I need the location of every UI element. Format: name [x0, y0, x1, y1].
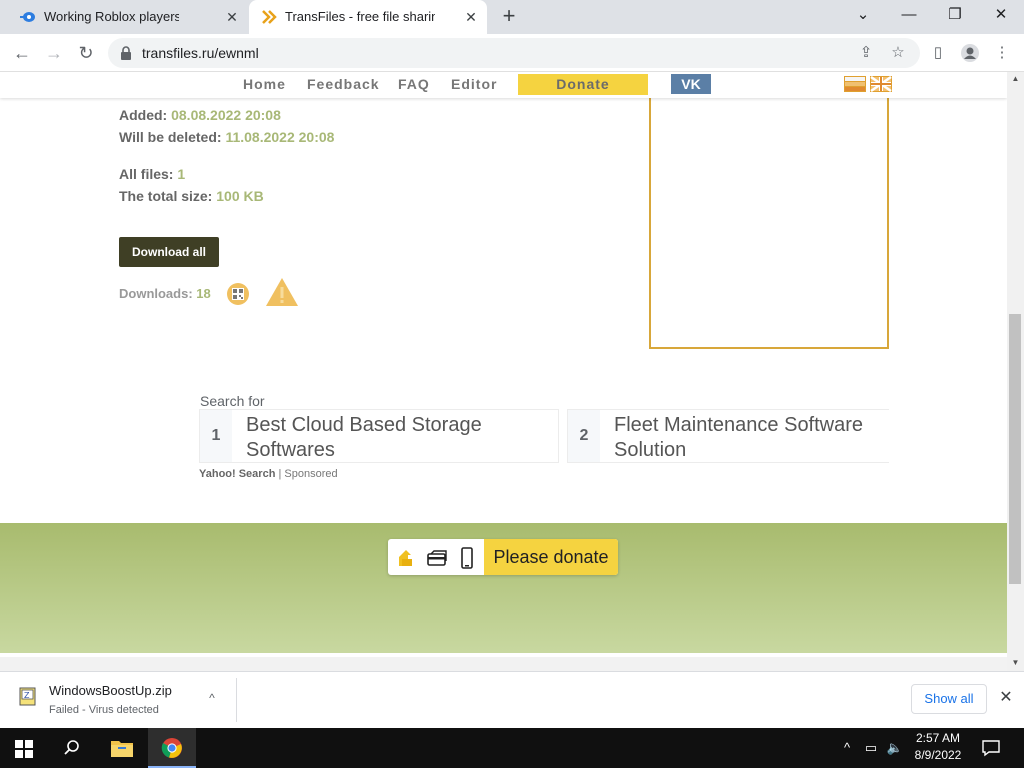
nav-home[interactable]: Home [243, 76, 286, 92]
size-value: 100 KB [216, 188, 264, 204]
qr-code-icon[interactable] [226, 282, 250, 306]
sponsored-label: Sponsored [284, 468, 338, 480]
scroll-down-icon[interactable]: ▼ [1011, 658, 1020, 667]
tab-close-icon[interactable]: ✕ [463, 9, 479, 25]
footer-strip [0, 657, 1007, 671]
minimize-icon[interactable]: — [886, 0, 932, 32]
files-label: All files: [119, 166, 174, 182]
search-ad-text: Best Cloud Based Storage Softwares [246, 414, 482, 461]
notifications-icon[interactable] [982, 739, 1000, 757]
menu-kebab-icon[interactable]: ⋮ [992, 43, 1012, 63]
deleted-label: Will be deleted: [119, 129, 222, 145]
downloads-value: 18 [196, 286, 211, 301]
clock-date[interactable]: 8/9/2022 [900, 748, 976, 762]
tab-roblox[interactable]: Working Roblox players ✕ [8, 0, 248, 34]
scroll-up-icon[interactable]: ▲ [1011, 74, 1020, 83]
chrome-icon [161, 738, 182, 758]
roblox-favicon-icon [20, 12, 35, 22]
windows-start-icon[interactable] [15, 740, 33, 758]
page-scrollbar[interactable]: ▲ ▼ [1007, 72, 1024, 671]
nav-feedback[interactable]: Feedback [307, 76, 380, 92]
url-text: transfiles.ru/ewnml [142, 45, 259, 61]
tray-chevron-icon[interactable]: ^ [838, 739, 856, 757]
tab-search-icon[interactable]: ⌄ [840, 0, 886, 32]
lock-icon [121, 46, 131, 60]
profile-avatar-icon[interactable] [960, 43, 980, 63]
tab-transfiles[interactable]: TransFiles - free file sharing service ✕ [249, 0, 487, 34]
added-label: Added: [119, 107, 168, 123]
windows-taskbar: ^ ▭ 🔈 2:57 AM 8/9/2022 [0, 728, 1024, 768]
forward-icon[interactable]: → [42, 41, 66, 65]
files-row: All files: 1 [119, 166, 185, 182]
bookmark-star-icon[interactable]: ☆ [888, 43, 908, 63]
added-row: Added: 08.08.2022 20:08 [119, 107, 281, 123]
new-tab-icon[interactable]: + [498, 5, 520, 27]
files-value: 1 [177, 166, 186, 182]
nav-editor[interactable]: Editor [451, 76, 497, 92]
size-row: The total size: 100 KB [119, 188, 264, 204]
reload-icon[interactable]: ↻ [74, 41, 98, 65]
russian-flag-icon[interactable] [844, 76, 866, 92]
tab-title: TransFiles - free file sharing service [285, 9, 435, 24]
warning-report-icon[interactable] [265, 277, 299, 307]
page-viewport: Home Feedback FAQ Editor Donate VK Added… [0, 72, 1007, 671]
file-explorer-icon[interactable] [110, 738, 134, 758]
zip-file-icon: Z [19, 687, 36, 706]
download-all-button[interactable]: Download all [119, 237, 219, 267]
network-icon[interactable]: ▭ [862, 739, 880, 757]
transfiles-favicon-icon [262, 10, 277, 24]
scrollbar-thumb[interactable] [1009, 314, 1021, 584]
ad-frame [649, 98, 889, 349]
svg-text:Z: Z [24, 691, 30, 700]
credit-card-icon[interactable] [426, 547, 448, 569]
download-shelf: Z WindowsBoostUp.zip Failed - Virus dete… [0, 671, 1024, 728]
ad-attribution: Yahoo! Search | Sponsored [199, 468, 338, 480]
download-status: Failed - Virus detected [49, 704, 159, 716]
search-icon[interactable] [63, 739, 81, 757]
divider [236, 678, 237, 722]
search-ad-number: 2 [568, 410, 600, 462]
browser-toolbar: ← → ↻ transfiles.ru/ewnml ⇪ ☆ ▯ ⋮ [0, 34, 1024, 72]
show-all-button[interactable]: Show all [911, 684, 987, 714]
tab-strip: Working Roblox players ✕ TransFiles - fr… [0, 0, 1024, 34]
mobile-phone-icon[interactable] [456, 547, 478, 569]
nav-vk-button[interactable]: VK [671, 74, 711, 94]
search-ad-number: 1 [200, 410, 232, 462]
donate-bar: Please donate [388, 539, 618, 575]
search-ad-item[interactable]: 1 Best Cloud Based Storage Softwares [199, 409, 559, 463]
chevron-up-icon[interactable]: ^ [204, 690, 220, 706]
address-bar[interactable]: transfiles.ru/ewnml ⇪ ☆ [108, 38, 920, 68]
search-ad-text: Fleet Maintenance Software Solution [614, 414, 864, 461]
tab-title: Working Roblox players [44, 9, 179, 24]
deleted-row: Will be deleted: 11.08.2022 20:08 [119, 129, 334, 145]
search-for-label: Search for [200, 393, 265, 409]
nav-faq[interactable]: FAQ [398, 76, 430, 92]
search-ad-item[interactable]: 2 Fleet Maintenance Software Solution [567, 409, 889, 463]
site-nav: Home Feedback FAQ Editor Donate VK [0, 72, 1007, 98]
please-donate-button[interactable]: Please donate [484, 539, 618, 575]
tab-close-icon[interactable]: ✕ [224, 9, 240, 25]
deleted-value: 11.08.2022 20:08 [225, 129, 335, 145]
share-icon[interactable]: ⇪ [856, 43, 876, 63]
close-window-icon[interactable]: ✕ [978, 0, 1024, 32]
downloads-label: Downloads: [119, 286, 193, 301]
close-shelf-icon[interactable]: ✕ [997, 689, 1015, 707]
yahoo-search-link[interactable]: Yahoo! Search [199, 468, 275, 480]
chrome-taskbar-button[interactable] [148, 728, 196, 768]
side-panel-icon[interactable]: ▯ [928, 43, 948, 63]
yoomoney-icon[interactable] [396, 547, 418, 569]
size-label: The total size: [119, 188, 213, 204]
nav-donate-button[interactable]: Donate [518, 74, 648, 95]
downloads-count: Downloads: 18 [119, 286, 211, 301]
added-value: 08.08.2022 20:08 [171, 107, 281, 123]
back-icon[interactable]: ← [10, 41, 34, 65]
uk-flag-icon[interactable] [870, 76, 892, 92]
download-filename[interactable]: WindowsBoostUp.zip [49, 683, 172, 698]
restore-icon[interactable]: ❐ [932, 0, 978, 32]
clock-time[interactable]: 2:57 AM [900, 731, 976, 745]
donate-banner: Please donate [0, 523, 1007, 653]
